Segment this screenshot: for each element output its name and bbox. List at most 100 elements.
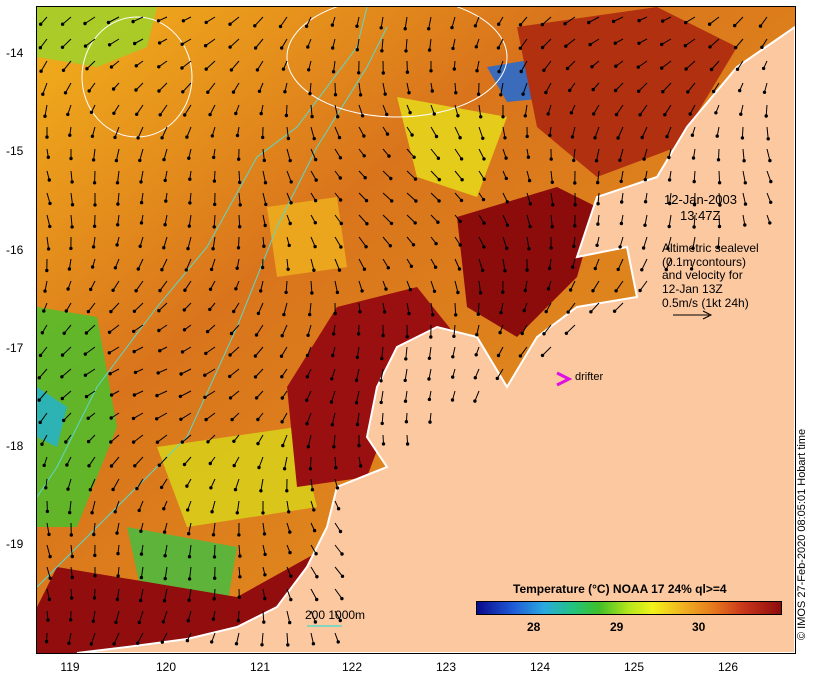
velocity-arrow-head xyxy=(139,200,144,205)
velocity-arrow-head xyxy=(384,287,388,291)
velocity-arrow-head xyxy=(358,93,363,97)
velocity-arrow-head xyxy=(157,65,161,69)
velocity-arrow-head xyxy=(612,309,617,313)
velocity-arrow-head xyxy=(360,289,364,293)
velocity-arrow-head xyxy=(473,24,478,28)
velocity-arrow-head xyxy=(667,155,671,160)
velocity-arrow-head xyxy=(547,266,552,271)
velocity-arrow-head xyxy=(454,91,458,95)
velocity-arrow-head xyxy=(334,466,338,470)
map-frame xyxy=(36,6,796,654)
velocity-arrow-head xyxy=(44,639,49,644)
temperature-colorbar xyxy=(476,601,782,615)
velocity-arrow-head xyxy=(690,133,695,137)
velocity-arrow-head xyxy=(288,221,292,226)
colorbar-tick: 29 xyxy=(610,620,624,634)
velocity-arrow-head xyxy=(48,576,52,580)
velocity-arrow-head xyxy=(187,555,192,559)
velocity-arrow-head xyxy=(228,396,233,400)
velocity-arrow-head xyxy=(482,245,486,249)
velocity-arrow-head xyxy=(614,289,618,293)
velocity-arrow-head xyxy=(289,574,293,578)
velocity-arrow-head xyxy=(336,640,340,644)
velocity-arrow-head xyxy=(232,439,236,443)
velocity-arrow-head xyxy=(92,224,97,229)
velocity-arrow-head xyxy=(137,620,142,625)
velocity-arrow-head xyxy=(403,399,408,403)
velocity-arrow-head xyxy=(430,89,434,93)
velocity-arrow-head xyxy=(563,22,567,26)
velocity-arrow-head xyxy=(684,67,688,71)
velocity-arrow-head xyxy=(306,333,310,337)
velocity-arrow-head xyxy=(407,311,411,316)
velocity-arrow-head xyxy=(92,532,96,537)
velocity-arrow-head xyxy=(339,221,343,226)
velocity-arrow-head xyxy=(115,531,119,535)
altimetry-note-1: Altimetric sealevel xyxy=(662,241,759,255)
velocity-arrow-head xyxy=(238,203,242,207)
velocity-arrow-head xyxy=(503,136,507,140)
velocity-arrow-head xyxy=(259,289,263,293)
velocity-arrow-head xyxy=(203,373,207,377)
velocity-arrow-head xyxy=(458,243,462,247)
velocity-arrow-head xyxy=(139,180,143,184)
velocity-arrow-head xyxy=(115,243,119,247)
velocity-arrow-head xyxy=(458,219,462,224)
sst-map[interactable] xyxy=(37,7,795,653)
velocity-arrow-head xyxy=(596,222,600,226)
velocity-arrow-head xyxy=(314,178,318,182)
velocity-arrow-head xyxy=(86,416,90,420)
velocity-arrow-head xyxy=(683,44,687,48)
velocity-arrow-head xyxy=(64,309,68,313)
velocity-arrow-head xyxy=(411,243,416,247)
velocity-arrow-head xyxy=(379,26,383,30)
velocity-arrow-head xyxy=(133,370,138,375)
velocity-arrow-head xyxy=(158,349,162,353)
velocity-arrow-head xyxy=(137,508,141,513)
velocity-arrow-head xyxy=(364,198,369,203)
velocity-arrow-head xyxy=(383,92,387,96)
velocity-arrow-head xyxy=(766,137,770,141)
velocity-arrow-head xyxy=(257,89,262,94)
velocity-arrow-head xyxy=(715,134,719,138)
velocity-arrow-head xyxy=(429,69,433,73)
velocity-arrow-head xyxy=(109,393,114,397)
velocity-arrow-head xyxy=(37,376,41,380)
velocity-arrow-head xyxy=(432,112,436,116)
velocity-arrow-head xyxy=(235,133,240,138)
velocity-arrow-head xyxy=(90,511,94,515)
altimetry-note-4: 12-Jan 13Z xyxy=(662,282,723,296)
velocity-arrow-head xyxy=(157,463,162,467)
velocity-arrow-head xyxy=(44,486,48,490)
velocity-arrow-head xyxy=(709,67,714,72)
velocity-arrow-head xyxy=(288,620,292,625)
velocity-arrow-head xyxy=(661,19,665,23)
velocity-arrow-head xyxy=(717,181,722,185)
velocity-arrow-head xyxy=(614,112,619,117)
velocity-arrow-head xyxy=(280,375,284,379)
legend-title: Temperature (°C) NOAA 17 24% ql>=4 xyxy=(513,582,727,596)
velocity-arrow-head xyxy=(63,91,68,95)
velocity-arrow-head xyxy=(355,24,359,28)
velocity-arrow-head xyxy=(257,465,261,470)
velocity-arrow-head xyxy=(310,114,314,119)
velocity-arrow-head xyxy=(311,642,316,646)
velocity-arrow-head xyxy=(211,617,216,621)
velocity-arrow-head xyxy=(482,177,486,181)
velocity-arrow-head xyxy=(504,176,508,181)
velocity-arrow-head xyxy=(572,244,576,249)
velocity-arrow-head xyxy=(742,159,746,163)
velocity-arrow-head xyxy=(109,440,113,444)
velocity-arrow-head xyxy=(542,68,546,72)
velocity-arrow-head xyxy=(638,288,642,293)
velocity-arrow-head xyxy=(310,488,315,492)
velocity-arrow-head xyxy=(282,467,287,471)
velocity-arrow-head xyxy=(591,289,595,293)
velocity-arrow-head xyxy=(89,287,93,292)
velocity-arrow-head xyxy=(182,462,187,467)
velocity-arrow-head xyxy=(60,22,65,26)
velocity-arrow-head xyxy=(208,287,213,291)
velocity-arrow-head xyxy=(60,396,64,401)
velocity-arrow xyxy=(309,456,312,469)
velocity-arrow-head xyxy=(525,268,529,272)
